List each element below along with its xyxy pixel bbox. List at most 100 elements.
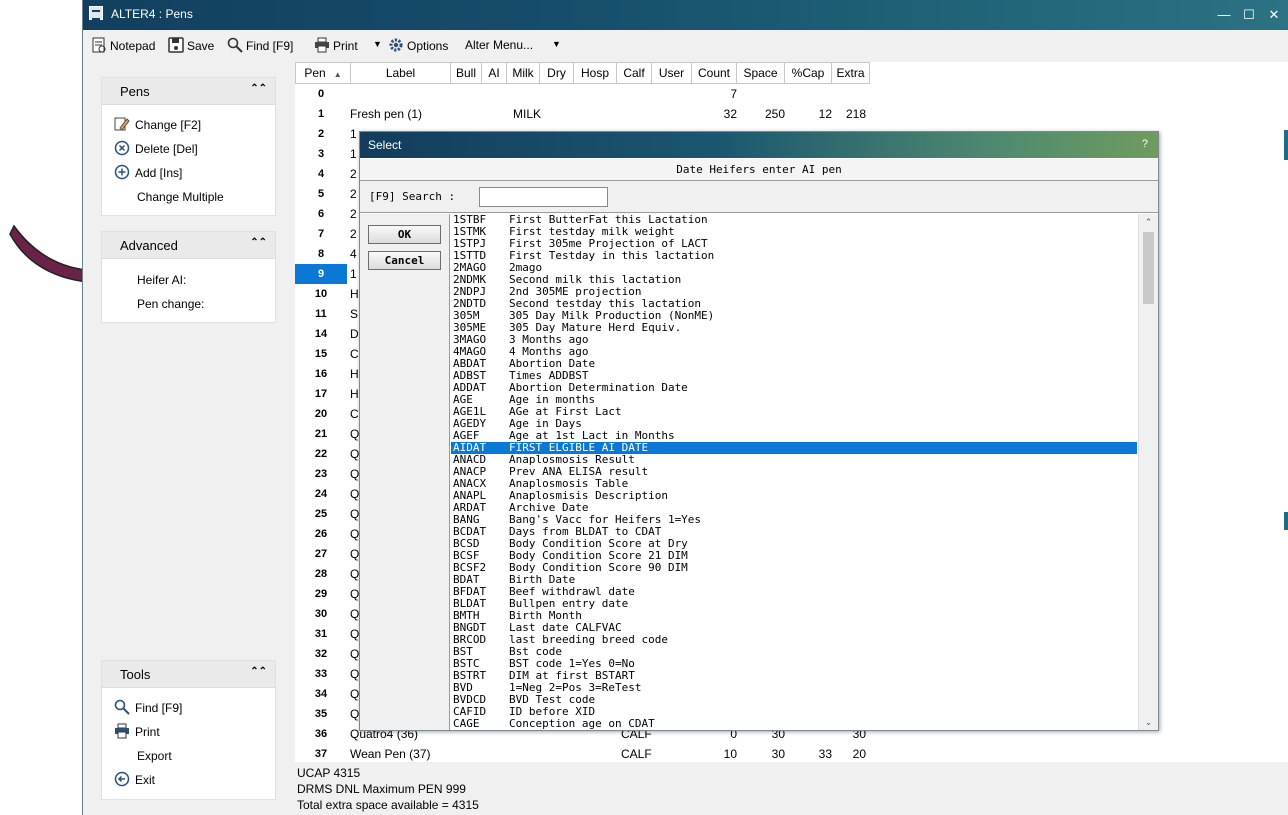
pen-label-cell: Wean Pen (37) [350,747,431,761]
collapse-up-icon[interactable]: ⌃⌃ [250,83,267,94]
table-row[interactable]: 07 [295,84,1288,104]
help-icon[interactable]: ? [1142,138,1148,150]
alter-menu-label: Alter Menu... [465,38,534,52]
column-header-extra[interactable]: Extra [832,62,870,84]
field-list[interactable]: 1STBF First ButterFat this Lactation 1STMK… [451,214,1137,730]
pen-number-cell: 20 [314,408,328,420]
column-header-user[interactable]: User [652,62,692,84]
pen-number-cell: 4 [317,168,325,180]
tools-find-action[interactable]: Find [F9] [114,699,182,717]
pen-label-cell: Q [350,427,360,441]
tools-panel-header[interactable]: Tools ⌃⌃ [102,661,275,688]
column-header-label: Calf [623,66,645,80]
pen-number-cell: 24 [314,488,328,500]
tools-export-label: Export [137,749,172,763]
column-header-label: Pen [304,66,326,80]
tools-print-label: Print [135,725,160,739]
change-multiple-action[interactable]: Change Multiple [137,188,224,206]
column-header-pctcap[interactable]: %Cap [785,62,832,84]
magnifier-icon [114,699,130,715]
tools-print-action[interactable]: Print [114,723,160,741]
cancel-button[interactable]: Cancel [368,251,441,270]
column-header-bull[interactable]: Bull [451,62,482,84]
add-pen-action[interactable]: Add [Ins] [114,164,182,182]
notepad-button[interactable]: Notepad [91,37,155,55]
delete-pen-action[interactable]: Delete [Del] [114,140,198,158]
pen-change-action[interactable]: Pen change: [137,295,204,313]
scroll-down-icon[interactable]: ⌄ [1139,714,1158,730]
ok-button[interactable]: OK [368,225,441,244]
list-scrollbar[interactable]: ⌃ ⌄ [1138,214,1158,730]
list-item[interactable]: CAGE Conception age on CDAT [451,718,1137,730]
count-cell: 10 [723,747,737,761]
background-window-edge [1284,512,1288,530]
pen-number-cell: 5 [317,188,325,200]
alter-menu-dropdown-caret[interactable]: ▼ [552,38,562,50]
pens-panel-header[interactable]: Pens ⌃⌃ [102,78,275,105]
heifer-ai-action[interactable]: Heifer AI: [137,271,186,289]
column-header-label: Dry [547,66,566,80]
pen-label-cell: 1 [350,147,357,161]
pen-label-cell: Q [350,487,360,501]
pens-panel: Pens ⌃⌃ Change [F2] Delete [Del] Add [In… [101,77,276,216]
pen-label-cell: 2 [350,187,357,201]
search-input[interactable] [479,187,608,207]
close-button[interactable]: ✕ [1263,5,1285,25]
tools-panel: Tools ⌃⌃ Find [F9] Print Export Exit [101,660,276,800]
column-header-label: Milk [512,66,534,80]
collapse-up-icon[interactable]: ⌃⌃ [250,237,267,248]
find-button[interactable]: Find [F9] [227,37,293,55]
column-header-calf[interactable]: Calf [617,62,652,84]
column-header-ai[interactable]: AI [482,62,507,84]
alter-menu-button[interactable]: Alter Menu... [465,37,533,55]
pen-number-cell: 26 [314,528,328,540]
column-header-dry[interactable]: Dry [540,62,574,84]
save-button[interactable]: Save [168,37,214,55]
column-header-space[interactable]: Space [737,62,785,84]
column-header-label: Extra [836,66,865,80]
column-header-label: %Cap [791,66,825,80]
tools-exit-label: Exit [135,773,156,787]
pen-number-cell: 8 [317,248,325,260]
scroll-up-icon[interactable]: ⌃ [1139,214,1158,230]
tools-exit-action[interactable]: Exit [114,771,155,789]
column-header-label[interactable]: Label [351,62,451,84]
window-title: ALTER4 : Pens [111,7,193,21]
collapse-up-icon[interactable]: ⌃⌃ [250,666,267,677]
dialog-title: Select [368,138,402,152]
title-bar: ALTER4 : Pens — ☐ ✕ [83,0,1288,30]
table-row[interactable]: 1 Fresh pen (1) MILK 32 250 12 218 [295,104,1288,124]
pen-number-cell: 17 [314,388,328,400]
tools-panel-title: Tools [120,667,151,682]
pen-number-cell: 9 [295,264,347,284]
scrollbar-thumb[interactable] [1143,232,1154,304]
tools-export-action[interactable]: Export [137,747,172,765]
count-cell: 32 [723,107,737,121]
pen-label-cell: C [350,347,359,361]
column-header-milk[interactable]: Milk [507,62,540,84]
pen-label-cell: 1 [350,127,357,141]
advanced-panel-header[interactable]: Advanced ⌃⌃ [102,232,275,259]
column-header-count[interactable]: Count [692,62,737,84]
pen-label-cell: 2 [350,167,357,181]
print-button[interactable]: Print [314,37,358,55]
column-header-pen[interactable]: Pen ▲ [295,62,351,84]
gear-icon [389,38,403,52]
print-dropdown-caret[interactable]: ▼ [373,38,383,50]
pen-number-cell: 33 [314,668,328,680]
list-item[interactable]: 1STTD First Testday in this lactation [451,250,1137,262]
search-label: [F9] Search : [369,190,456,203]
maximize-button[interactable]: ☐ [1238,5,1260,25]
add-circle-icon [114,164,130,180]
extra-cell: 20 [852,747,866,761]
column-header-hosp[interactable]: Hosp [574,62,617,84]
minimize-button[interactable]: — [1213,5,1235,25]
pen-number-cell: 23 [314,468,328,480]
column-header-label: Hosp [580,66,609,80]
options-button[interactable]: Options [388,37,448,55]
change-pen-action[interactable]: Change [F2] [114,116,201,134]
status-extra-space: Total extra space available = 4315 [297,798,479,812]
table-row[interactable]: 37 Wean Pen (37) CALF 10 30 33 20 [295,744,1288,764]
pen-label-cell: Q [350,667,360,681]
pen-number-cell: 28 [314,568,328,580]
